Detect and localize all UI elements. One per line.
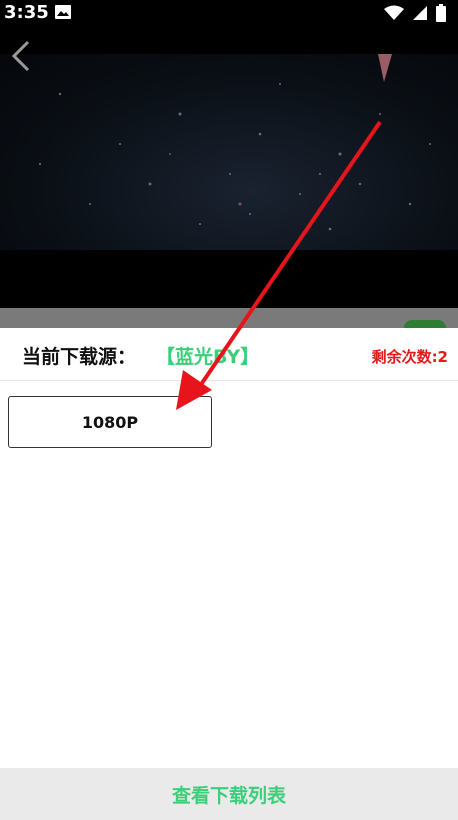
view-download-list-button[interactable]: 查看下载列表: [0, 768, 458, 820]
remaining-count: 剩余次数:2: [371, 348, 448, 366]
video-frame: [0, 54, 458, 250]
video-player[interactable]: [0, 26, 458, 250]
source-value[interactable]: 【蓝光BY】: [156, 342, 259, 369]
signal-icon: [412, 5, 428, 25]
video-bottom-bar: [0, 250, 458, 308]
source-label: 当前下载源：: [22, 346, 137, 368]
sheet-header: 当前下载源： 【蓝光BY】 剩余次数:2: [0, 328, 458, 381]
chevron-left-icon[interactable]: [10, 40, 32, 76]
battery-icon: [436, 4, 446, 26]
image-icon: [54, 4, 72, 24]
video-particles: [38, 54, 431, 231]
status-icons: [384, 4, 446, 26]
status-time: 3:35: [4, 2, 49, 23]
dimmed-background: [0, 308, 458, 336]
status-bar: 3:35: [0, 0, 458, 26]
quality-option-1080p[interactable]: 1080P: [8, 396, 212, 448]
wifi-icon: [384, 5, 404, 25]
download-sheet: 当前下载源： 【蓝光BY】 剩余次数:2 1080P 查看下载列表: [0, 328, 458, 820]
